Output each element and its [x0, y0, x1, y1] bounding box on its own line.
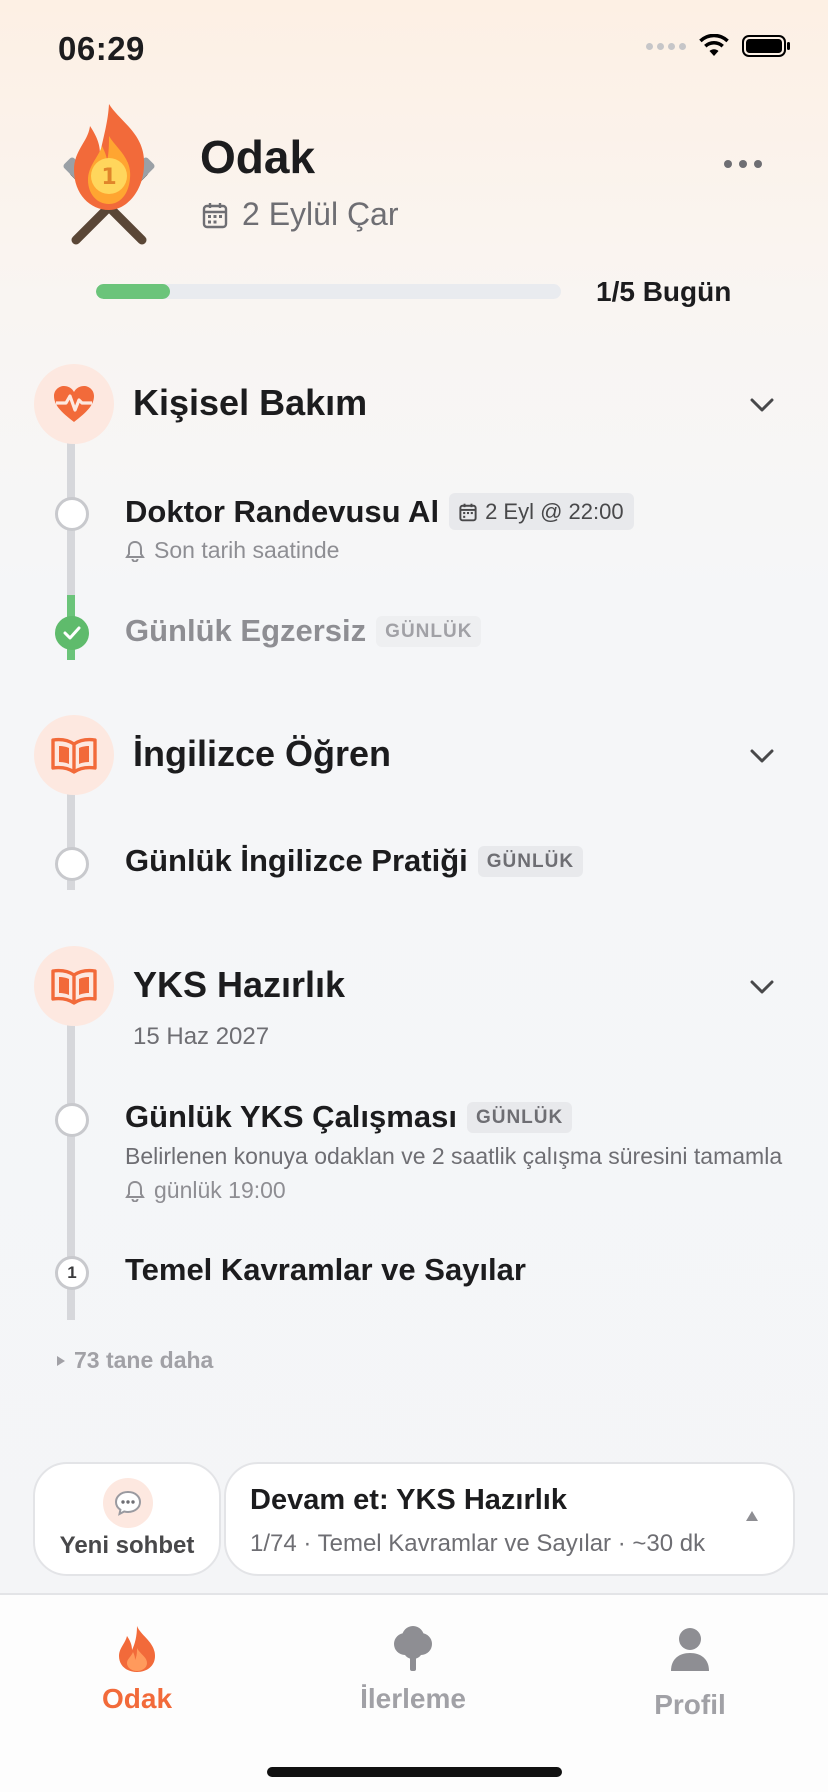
tree-icon [313, 1621, 513, 1677]
tab-label: Odak [101, 1683, 173, 1714]
task-gunluk-egzersiz[interactable]: Günlük Egzersiz GÜNLÜK [125, 613, 482, 649]
due-date-tag: 2 Eyl @ 22:00 [449, 493, 634, 530]
show-more-text: 73 tane daha [74, 1347, 214, 1373]
daily-tag: GÜNLÜK [466, 1101, 573, 1133]
header-date: 2 Eylül Çar [202, 196, 399, 233]
status-bar: 06:29 [0, 0, 828, 100]
continue-subtitle: 1/74 · Temel Kavramlar ve Sayılar · ~30 … [250, 1530, 706, 1557]
task-gunluk-ingilizce-pratigi[interactable]: Günlük İngilizce Pratiği GÜNLÜK [125, 843, 584, 879]
daily-progress-label: 1/5 Bugün [596, 276, 732, 307]
home-indicator [267, 1767, 562, 1777]
person-icon [590, 1621, 790, 1677]
svg-text:1: 1 [101, 165, 116, 190]
section-due-date: 15 Haz 2027 [133, 1023, 270, 1050]
heart-pulse-icon [34, 364, 114, 444]
tab-profil[interactable]: Profil [590, 1621, 790, 1721]
task-checkbox[interactable] [55, 497, 89, 531]
task-reminder: Son tarih saatinde [125, 537, 339, 564]
section-title-ingilizce-ogren[interactable]: İngilizce Öğren [133, 733, 391, 775]
page-title: Odak [200, 131, 316, 183]
tab-label: Profil [654, 1689, 726, 1720]
triangle-up-icon[interactable] [745, 1510, 759, 1522]
wifi-icon [699, 34, 729, 56]
reminder-text: günlük 19:00 [154, 1177, 286, 1203]
show-more-link[interactable]: 73 tane daha [56, 1347, 213, 1374]
task-description: Belirlenen konuya odaklan ve 2 saatlik ç… [125, 1143, 783, 1169]
open-book-icon [34, 946, 114, 1026]
daily-progress-bar [96, 284, 561, 299]
chat-bubble-icon [103, 1478, 153, 1528]
due-date-text: 2 Eyl @ 22:00 [485, 499, 624, 524]
tab-label: İlerleme [360, 1683, 466, 1714]
task-temel-kavramlar[interactable]: Temel Kavramlar ve Sayılar [125, 1252, 526, 1288]
task-doktor-randevusu[interactable]: Doktor Randevusu Al 2 Eyl @ 22:00 [125, 493, 634, 530]
section-title-yks-hazirlik[interactable]: YKS Hazırlık [133, 964, 345, 1006]
status-icons [646, 34, 792, 58]
more-options-button[interactable] [724, 160, 762, 168]
new-chat-button[interactable]: Yeni sohbet [33, 1462, 221, 1576]
task-title: Günlük YKS Çalışması [125, 1099, 457, 1134]
status-time: 06:29 [58, 30, 145, 67]
task-reminder: günlük 19:00 [125, 1177, 286, 1204]
bell-icon [125, 540, 145, 562]
task-title: Temel Kavramlar ve Sayılar [125, 1252, 526, 1287]
continue-session-card[interactable]: Devam et: YKS Hazırlık 1/74 · Temel Kavr… [224, 1462, 795, 1576]
calendar-icon [202, 202, 228, 228]
checkmark-icon [63, 626, 81, 640]
task-title: Günlük Egzersiz [125, 613, 367, 648]
header-date-text: 2 Eylül Çar [242, 196, 399, 232]
task-title: Doktor Randevusu Al [125, 493, 440, 529]
daily-tag: GÜNLÜK [477, 845, 584, 877]
daily-tag: GÜNLÜK [376, 615, 482, 647]
task-checkbox[interactable] [55, 1103, 89, 1137]
flame-icon [37, 1621, 237, 1677]
new-chat-label: Yeni sohbet [59, 1532, 195, 1559]
calendar-icon [459, 503, 477, 522]
task-checkbox-checked[interactable] [55, 616, 89, 650]
reminder-text: Son tarih saatinde [154, 537, 340, 563]
daily-progress-fill [96, 284, 171, 299]
open-book-icon [34, 715, 114, 795]
chevron-down-icon[interactable] [748, 395, 776, 415]
bell-icon [125, 1180, 145, 1202]
campfire-logo-icon: 1 [54, 100, 164, 250]
chevron-down-icon[interactable] [748, 746, 776, 766]
tab-odak[interactable]: Odak [37, 1621, 237, 1715]
continue-title: Devam et: YKS Hazırlık [250, 1484, 567, 1516]
triangle-right-icon [57, 1355, 65, 1366]
task-gunluk-yks-calismasi[interactable]: Günlük YKS Çalışması GÜNLÜK [125, 1099, 573, 1135]
chevron-down-icon[interactable] [748, 977, 776, 997]
task-step-number[interactable]: 1 [55, 1256, 89, 1290]
battery-icon [742, 35, 790, 57]
tab-bar: Odak İlerleme Profil [0, 1593, 828, 1792]
task-checkbox[interactable] [55, 847, 89, 881]
task-title: Günlük İngilizce Pratiği [125, 843, 468, 878]
section-title-kisisel-bakim[interactable]: Kişisel Bakım [133, 382, 367, 424]
cellular-signal-icon [646, 42, 686, 50]
tab-ilerleme[interactable]: İlerleme [313, 1621, 513, 1715]
